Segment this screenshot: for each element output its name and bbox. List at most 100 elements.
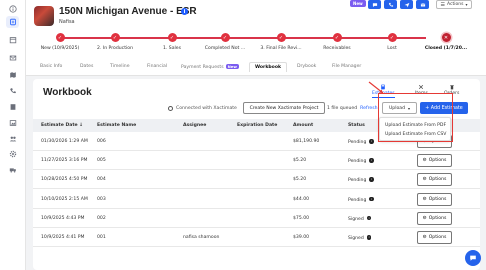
amount-cell: $75.00 [293,215,310,221]
estimate-date-cell: 11/27/2025 3:16 PM [41,158,88,164]
tab-timeline[interactable]: Timeline [110,64,130,69]
tab-payment-requests[interactable]: Payment Requests New [181,64,239,70]
options-button[interactable]: ⚙ Options [417,211,452,225]
envelope-icon [420,2,425,6]
actions-menu-icon: ☰ [440,1,445,8]
options-button[interactable]: ⚙ Options [417,231,452,244]
gear-icon: ⚙ [422,158,427,164]
status-cell: Signed i [348,215,372,222]
envelope-icon[interactable] [8,54,17,62]
col-estimate-date[interactable]: Estimate Date ↓ [41,123,83,128]
options-button[interactable]: ⚙ Options [417,173,452,187]
send-icon [404,2,409,7]
truck-icon[interactable] [8,166,17,174]
document-icon[interactable] [8,103,17,111]
tab-drybook[interactable]: Drybook [297,64,316,69]
call-button[interactable] [384,0,397,9]
status-cell: Pending i [348,196,374,202]
sidebar [0,0,26,270]
gear-icon: ⚙ [422,196,427,202]
tab-workbook[interactable]: Workbook [249,62,288,72]
tab-basic-info[interactable]: Basic Info [40,64,62,69]
info-circle-icon[interactable] [8,5,17,13]
upload-from-pdf-option[interactable]: Upload Estimate From PDF [385,123,446,128]
stage-check-icon[interactable]: ✕ [441,33,451,42]
stage-label: 3. Final File Revi... [260,46,302,51]
table-row[interactable]: 10/9/2025 4:43 PM 002 $75.00 Signed i ⚙ Option… [33,209,480,228]
gear-icon[interactable] [8,150,17,158]
chevron-down-icon: ▾ [465,2,468,7]
stage-check-icon[interactable]: ✓ [387,33,397,42]
stage-check-icon[interactable]: ✓ [110,33,120,42]
workbook-icon[interactable] [6,16,19,28]
info-icon[interactable]: i [181,8,188,15]
mail-button[interactable] [416,0,429,9]
status-info-icon[interactable]: i [369,139,374,144]
table-row[interactable]: 10/28/2025 4:50 PM 004 $5.20 Pending i ⚙ Optio… [33,170,480,190]
message-icon [372,2,377,7]
upload-from-csv-option[interactable]: Upload Estimate From CSV [385,132,446,137]
add-estimate-button[interactable]: + Add Estimate [420,102,468,114]
status-cell: Pending i [348,139,374,145]
options-button[interactable]: ⚙ Options [417,192,452,206]
workbook-panel: Workbook Estimates Items Orders Connecte… [33,79,480,270]
tab-financial[interactable]: Financial [147,64,167,69]
stage-label: New (10/9/2025) [40,46,80,51]
estimate-date-cell: 10/10/2025 2:15 AM [41,196,88,202]
project-avatar [34,6,54,26]
create-xactimate-project-button[interactable]: Create New Xactimate Project [243,102,325,114]
send-button[interactable] [400,0,413,9]
refresh-link[interactable]: Refresh [360,106,377,111]
estimate-name-cell: 005 [97,158,106,164]
stage-label: Lost [387,46,397,51]
trash-icon [449,85,454,90]
status-text: Pending [348,178,367,184]
stage-label: 2. In Production [96,46,134,51]
upload-dropdown-button[interactable]: Upload ▾ [382,102,417,114]
options-button[interactable]: ⚙ Options [417,154,452,168]
stage-label: Receivables [323,46,351,51]
project-tabs: Basic Info Dates Timeline Financial Paym… [26,60,486,76]
table-row[interactable]: 11/27/2025 3:16 PM 005 $5.20 Pending i ⚙ Optio… [33,151,480,171]
actions-dropdown[interactable]: ☰ Actions ▾ [436,0,472,9]
options-label: Options [428,215,447,221]
status-info-icon[interactable]: i [369,158,374,163]
chat-button[interactable] [465,250,481,266]
stage-check-icon[interactable]: ✓ [167,33,177,42]
gear-icon: ⚙ [422,235,427,240]
users-icon[interactable] [8,135,17,143]
stage-check-icon[interactable]: ✓ [55,33,65,42]
phone-icon [388,2,393,7]
table-row[interactable]: 10/10/2025 2:15 AM 003 $44.00 Pending i ⚙ Opti… [33,190,480,209]
phone-icon[interactable] [8,87,17,95]
project-customer-name: Nafisa [59,19,75,25]
tab-file-manager[interactable]: File Manager [332,64,361,69]
tab-dates[interactable]: Dates [80,64,93,69]
stage-check-icon[interactable]: ✓ [332,33,342,42]
message-button[interactable] [368,0,381,9]
calendar-icon[interactable] [8,36,17,44]
amount-cell: $5.20 [293,177,307,183]
stage-check-icon[interactable]: ✓ [276,33,286,42]
options-label: Options [428,158,447,164]
col-estimate-name: Estimate Name [97,123,137,128]
stage-check-icon[interactable]: ✓ [220,33,230,42]
actions-label: Actions [447,2,464,7]
view-orders[interactable]: Orders [444,84,459,96]
estimate-name-cell: 001 [97,235,106,240]
table-row[interactable]: 10/9/2025 4:41 PM 001 nafisa shamoon $39.00… [33,228,480,247]
view-items[interactable]: Items [415,84,428,96]
red-arrow-icon [368,81,384,94]
map-icon[interactable] [8,71,17,79]
status-text: Pending [348,158,367,164]
check-circle-icon [168,106,173,111]
options-label: Options [428,177,447,183]
status-info-icon[interactable]: i [369,177,374,182]
stage-label: 1. Sales [162,46,182,51]
image-icon[interactable] [8,119,17,127]
chat-icon [470,255,476,261]
status-info-icon[interactable]: i [366,235,372,240]
status-info-icon[interactable]: i [369,196,374,202]
payment-requests-new-badge: New [225,64,239,69]
status-info-icon[interactable]: i [366,215,372,221]
